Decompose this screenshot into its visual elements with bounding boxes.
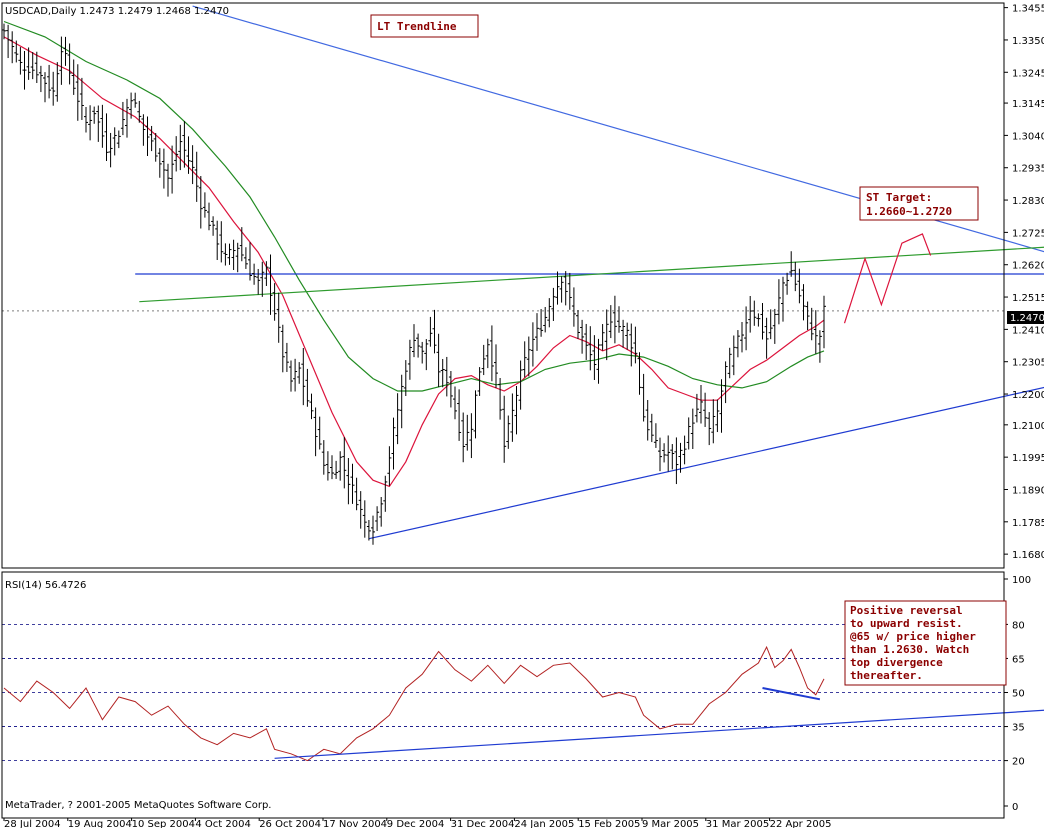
- x-tick-label: 10 Sep 2004: [132, 819, 195, 828]
- rsi-y-tick-label: 20: [1012, 757, 1025, 768]
- price-y-tick-label: 1.2620: [1012, 261, 1044, 272]
- price-y-tick-label: 1.1680: [1012, 550, 1044, 561]
- price-y-tick-label: 1.3455: [1012, 4, 1044, 15]
- rsi-note-line-4: than 1.2630. Watch: [850, 643, 969, 656]
- price-y-tick-label: 1.2100: [1012, 421, 1044, 432]
- price-y-tick-label: 1.2305: [1012, 358, 1044, 369]
- x-tick-label: 19 Aug 2004: [68, 819, 132, 828]
- price-header: USDCAD,Daily 1.2473 1.2479 1.2468 1.2470: [5, 6, 229, 17]
- rsi-note-line-5: top divergence: [850, 656, 943, 669]
- st-target-line-2: 1.2660~1.2720: [866, 205, 952, 218]
- price-y-tick-label: 1.2935: [1012, 164, 1044, 175]
- rsi-header: RSI(14) 56.4726: [5, 580, 86, 591]
- price-y-tick-label: 1.3350: [1012, 36, 1044, 47]
- forex-chart: 1.3455 1.3350 1.3245 1.3145 1.3040 1.2935 1.28…: [0, 0, 1044, 828]
- copyright-text: MetaTrader, ? 2001-2005 MetaQuotes Softw…: [5, 800, 271, 811]
- lt-trendline-annotation: LT Trendline: [370, 14, 479, 38]
- price-y-tick-label: 1.1785: [1012, 518, 1044, 529]
- current-price-label: 1.2470: [1010, 313, 1044, 324]
- price-y-tick-label: 1.2200: [1012, 390, 1044, 401]
- price-y-tick-label: 1.3145: [1012, 99, 1044, 110]
- price-y-tick-label: 1.1890: [1012, 485, 1044, 496]
- price-y-tick-label: 1.2725: [1012, 228, 1044, 239]
- rsi-y-tick-label: 35: [1012, 723, 1025, 734]
- rsi-y-tick-label: 65: [1012, 654, 1025, 665]
- x-tick-label: 26 Oct 2004: [259, 819, 321, 828]
- rsi-note-annotation: Positive reversal to upward resist. @65 …: [844, 600, 1007, 686]
- rsi-note-line-3: @65 w/ price higher: [850, 630, 976, 643]
- rsi-y-tick-label: 80: [1012, 620, 1025, 631]
- price-y-tick-label: 1.2410: [1012, 325, 1044, 336]
- rsi-y-tick-label: 100: [1012, 575, 1031, 586]
- x-tick-label: 24 Jan 2005: [514, 819, 574, 828]
- x-tick-label: 28 Jul 2004: [4, 819, 61, 828]
- rsi-note-line-6: thereafter.: [850, 669, 923, 682]
- price-y-tick-label: 1.2830: [1012, 196, 1044, 207]
- st-target-line-1: ST Target:: [866, 191, 932, 204]
- price-y-tick-label: 1.2515: [1012, 293, 1044, 304]
- x-tick-label: 31 Dec 2004: [451, 819, 515, 828]
- rsi-y-tick-label: 50: [1012, 689, 1025, 700]
- price-y-tick-label: 1.3245: [1012, 68, 1044, 79]
- rsi-y-tick-label: 0: [1012, 802, 1018, 813]
- x-tick-label: 4 Oct 2004: [195, 819, 250, 828]
- price-y-tick-label: 1.3040: [1012, 131, 1044, 142]
- x-tick-label: 9 Mar 2005: [642, 819, 699, 828]
- price-y-tick-label: 1.1995: [1012, 453, 1044, 464]
- x-tick-label: 22 Apr 2005: [770, 819, 832, 828]
- chart-background: [0, 0, 1044, 828]
- rsi-note-line-1: Positive reversal: [850, 604, 963, 617]
- rsi-note-line-2: to upward resist.: [850, 617, 963, 630]
- x-tick-label: 9 Dec 2004: [387, 819, 445, 828]
- lt-trendline-label: LT Trendline: [377, 20, 457, 33]
- x-tick-label: 31 Mar 2005: [706, 819, 769, 828]
- x-tick-label: 15 Feb 2005: [578, 819, 640, 828]
- x-tick-label: 17 Nov 2004: [323, 819, 387, 828]
- st-target-annotation: ST Target: 1.2660~1.2720: [859, 186, 979, 221]
